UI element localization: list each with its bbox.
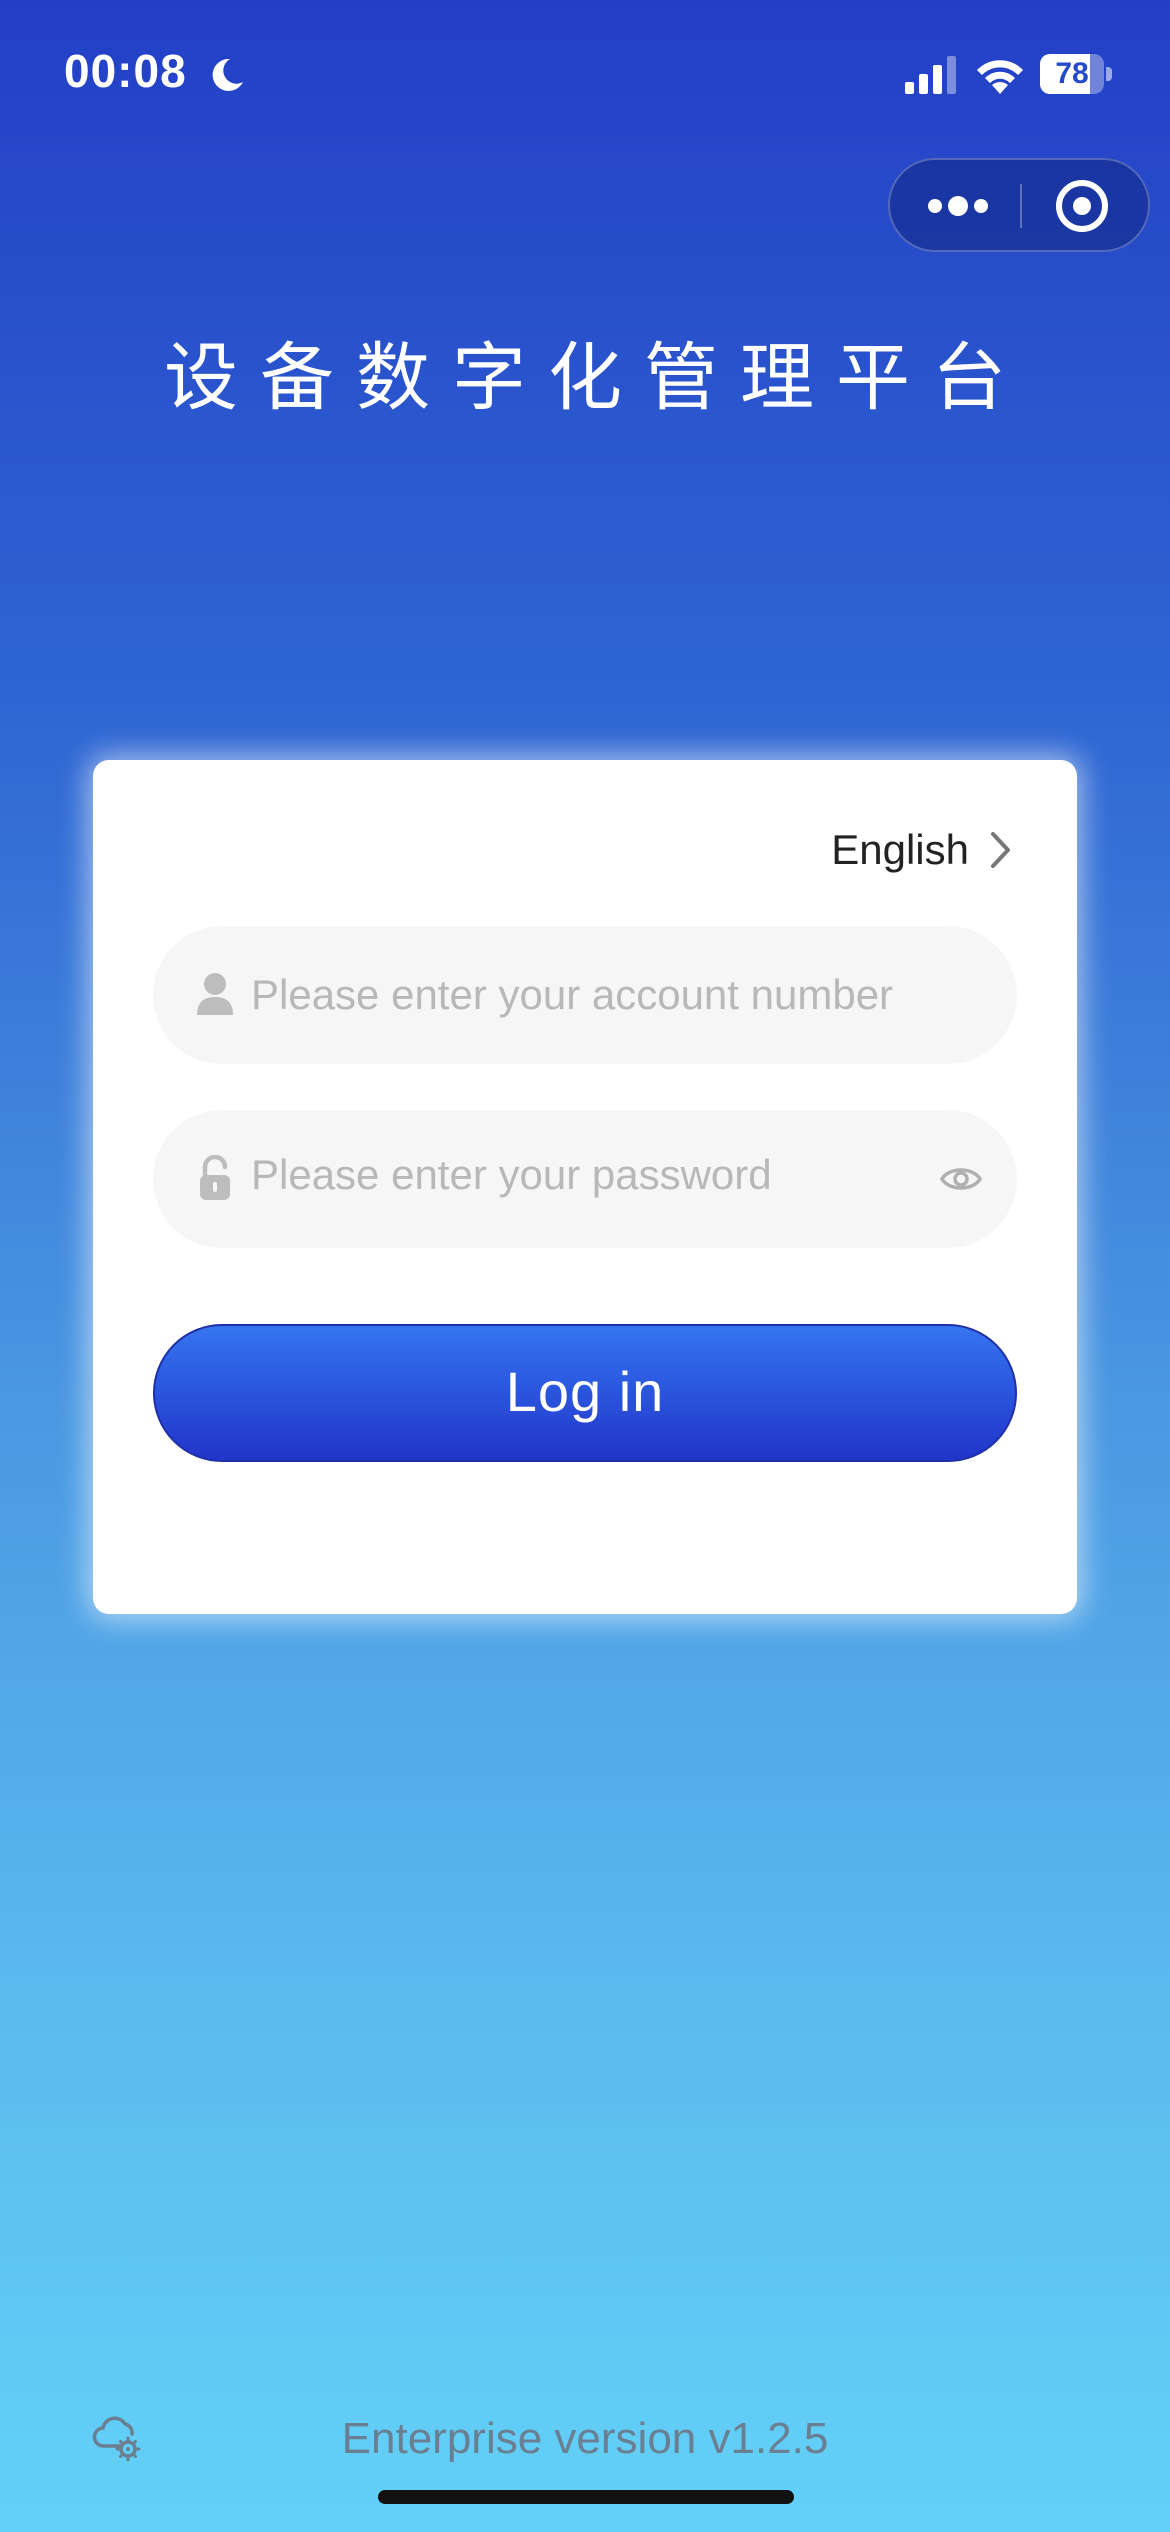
signal-icon: [905, 56, 956, 94]
language-label: English: [831, 826, 969, 873]
version-text: Enterprise version v1.2.5: [341, 2414, 829, 2463]
moon-icon: [212, 58, 243, 91]
status-bar: 00:08 78: [0, 0, 1170, 150]
home-indicator: [378, 2490, 794, 2504]
miniprogram-capsule: [888, 158, 1150, 252]
language-switch[interactable]: English: [831, 822, 1013, 878]
lock-icon: [200, 1155, 230, 1200]
chevron-right-icon: [991, 832, 1010, 868]
more-dots-icon[interactable]: [890, 160, 1020, 250]
account-input[interactable]: [251, 926, 931, 1064]
eye-icon[interactable]: [939, 1162, 983, 1196]
password-input[interactable]: [251, 1106, 931, 1244]
wifi-icon: [977, 60, 1023, 94]
login-button[interactable]: Log in: [153, 1324, 1017, 1462]
user-icon: [197, 973, 233, 1015]
status-time: 00:08: [64, 45, 187, 97]
battery-icon: 78: [1040, 54, 1112, 94]
target-close-icon[interactable]: [1022, 160, 1150, 250]
password-field: [153, 1106, 1017, 1248]
login-card: English Log in: [93, 760, 1077, 1614]
battery-level: 78: [1055, 57, 1089, 90]
page-title: 设备数字化管理平台: [164, 335, 1028, 421]
account-field: [153, 926, 1017, 1064]
